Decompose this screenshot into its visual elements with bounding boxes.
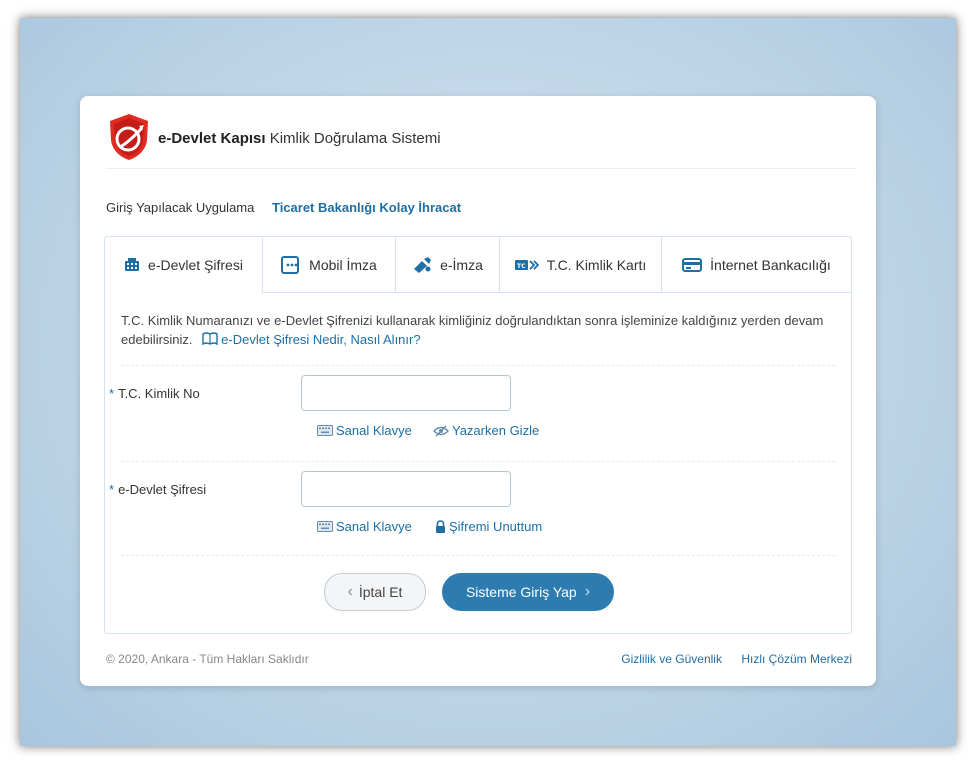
keypad-icon	[124, 257, 140, 272]
bank-card-icon	[682, 257, 703, 272]
cancel-button-label: İptal Et	[358, 584, 403, 600]
instructions-text: T.C. Kimlik Numaranızı ve e-Devlet Şifre…	[121, 311, 841, 351]
tc-number-label: * T.C. Kimlik No	[109, 386, 200, 401]
divider	[121, 461, 835, 462]
password-input[interactable]	[301, 471, 511, 507]
login-card: e-Devlet Kapısı Kimlik Doğrulama Sistemi…	[80, 96, 876, 686]
privacy-link[interactable]: Gizlilik ve Güvenlik	[621, 652, 722, 666]
password-label: * e-Devlet Şifresi	[109, 482, 206, 497]
page-background: e-Devlet Kapısı Kimlik Doğrulama Sistemi…	[20, 18, 956, 746]
e-devlet-logo-icon	[110, 114, 148, 160]
password-label-text: e-Devlet Şifresi	[118, 482, 207, 497]
tab-internet-banking[interactable]: İnternet Bankacılığı	[662, 237, 851, 293]
divider	[121, 365, 835, 366]
help-center-link[interactable]: Hızlı Çözüm Merkezi	[741, 652, 852, 666]
mobile-signature-icon	[281, 255, 301, 274]
tab-mobile-signature[interactable]: Mobil İmza	[263, 237, 396, 293]
login-submit-button[interactable]: Sisteme Giriş Yap ›	[442, 573, 614, 611]
header: e-Devlet Kapısı Kimlik Doğrulama Sistemi	[106, 110, 856, 169]
divider	[121, 555, 835, 556]
hide-while-typing-link[interactable]: Yazarken Gizle	[433, 423, 539, 438]
tab-id-card[interactable]: TC T.C. Kimlik Kartı	[500, 237, 662, 293]
tab-e-signature[interactable]: e-İmza	[396, 237, 500, 293]
usb-token-icon	[412, 256, 432, 273]
target-application: Giriş Yapılacak Uygulama Ticaret Bakanlı…	[106, 200, 461, 215]
brand-title: e-Devlet Kapısı Kimlik Doğrulama Sistemi	[158, 130, 441, 147]
hide-while-typing-label: Yazarken Gizle	[452, 423, 540, 438]
chevron-left-icon: ‹	[347, 583, 353, 600]
virtual-keyboard-label: Sanal Klavye	[336, 423, 412, 438]
book-help-icon	[202, 332, 218, 351]
target-application-name: Ticaret Bakanlığı Kolay İhracat	[271, 200, 462, 215]
target-application-label: Giriş Yapılacak Uygulama	[106, 200, 255, 215]
forgot-password-link[interactable]: Şifremi Unuttum	[435, 519, 542, 534]
cancel-button[interactable]: ‹ İptal Et	[324, 573, 426, 611]
required-star: *	[109, 386, 115, 401]
eye-slash-icon	[433, 425, 449, 437]
login-method-tabs: e-Devlet Şifresi Mobil İmza e-İmza TC T.…	[105, 237, 851, 293]
tab-label: e-Devlet Şifresi	[148, 256, 243, 273]
virtual-keyboard-link-password[interactable]: Sanal Klavye	[317, 519, 412, 534]
login-submit-label: Sisteme Giriş Yap	[465, 584, 577, 600]
virtual-keyboard-link-tc[interactable]: Sanal Klavye	[317, 423, 412, 438]
tab-label: İnternet Bankacılığı	[710, 256, 831, 273]
tc-number-input[interactable]	[301, 375, 511, 411]
brand-title-rest: Kimlik Doğrulama Sistemi	[265, 130, 441, 147]
chevron-right-icon: ›	[584, 583, 591, 600]
id-card-icon: TC	[514, 259, 539, 271]
lock-icon	[435, 520, 446, 533]
required-star: *	[109, 482, 115, 497]
tab-e-devlet-password[interactable]: e-Devlet Şifresi	[105, 237, 263, 293]
password-help-link[interactable]: e-Devlet Şifresi Nedir, Nasıl Alınır?	[221, 332, 420, 347]
tab-label: Mobil İmza	[309, 256, 377, 273]
virtual-keyboard-label: Sanal Klavye	[336, 519, 412, 534]
keyboard-icon	[317, 521, 333, 532]
tc-number-label-text: T.C. Kimlik No	[118, 386, 200, 401]
footer-links: Gizlilik ve Güvenlik Hızlı Çözüm Merkezi	[605, 652, 852, 666]
svg-text:TC: TC	[517, 263, 526, 270]
tab-label: T.C. Kimlik Kartı	[546, 256, 647, 273]
brand-title-bold: e-Devlet Kapısı	[158, 130, 266, 147]
keyboard-icon	[317, 425, 333, 436]
forgot-password-label: Şifremi Unuttum	[449, 519, 543, 534]
tab-label: e-İmza	[440, 256, 483, 273]
copyright: © 2020, Ankara - Tüm Hakları Saklıdır	[106, 652, 309, 666]
